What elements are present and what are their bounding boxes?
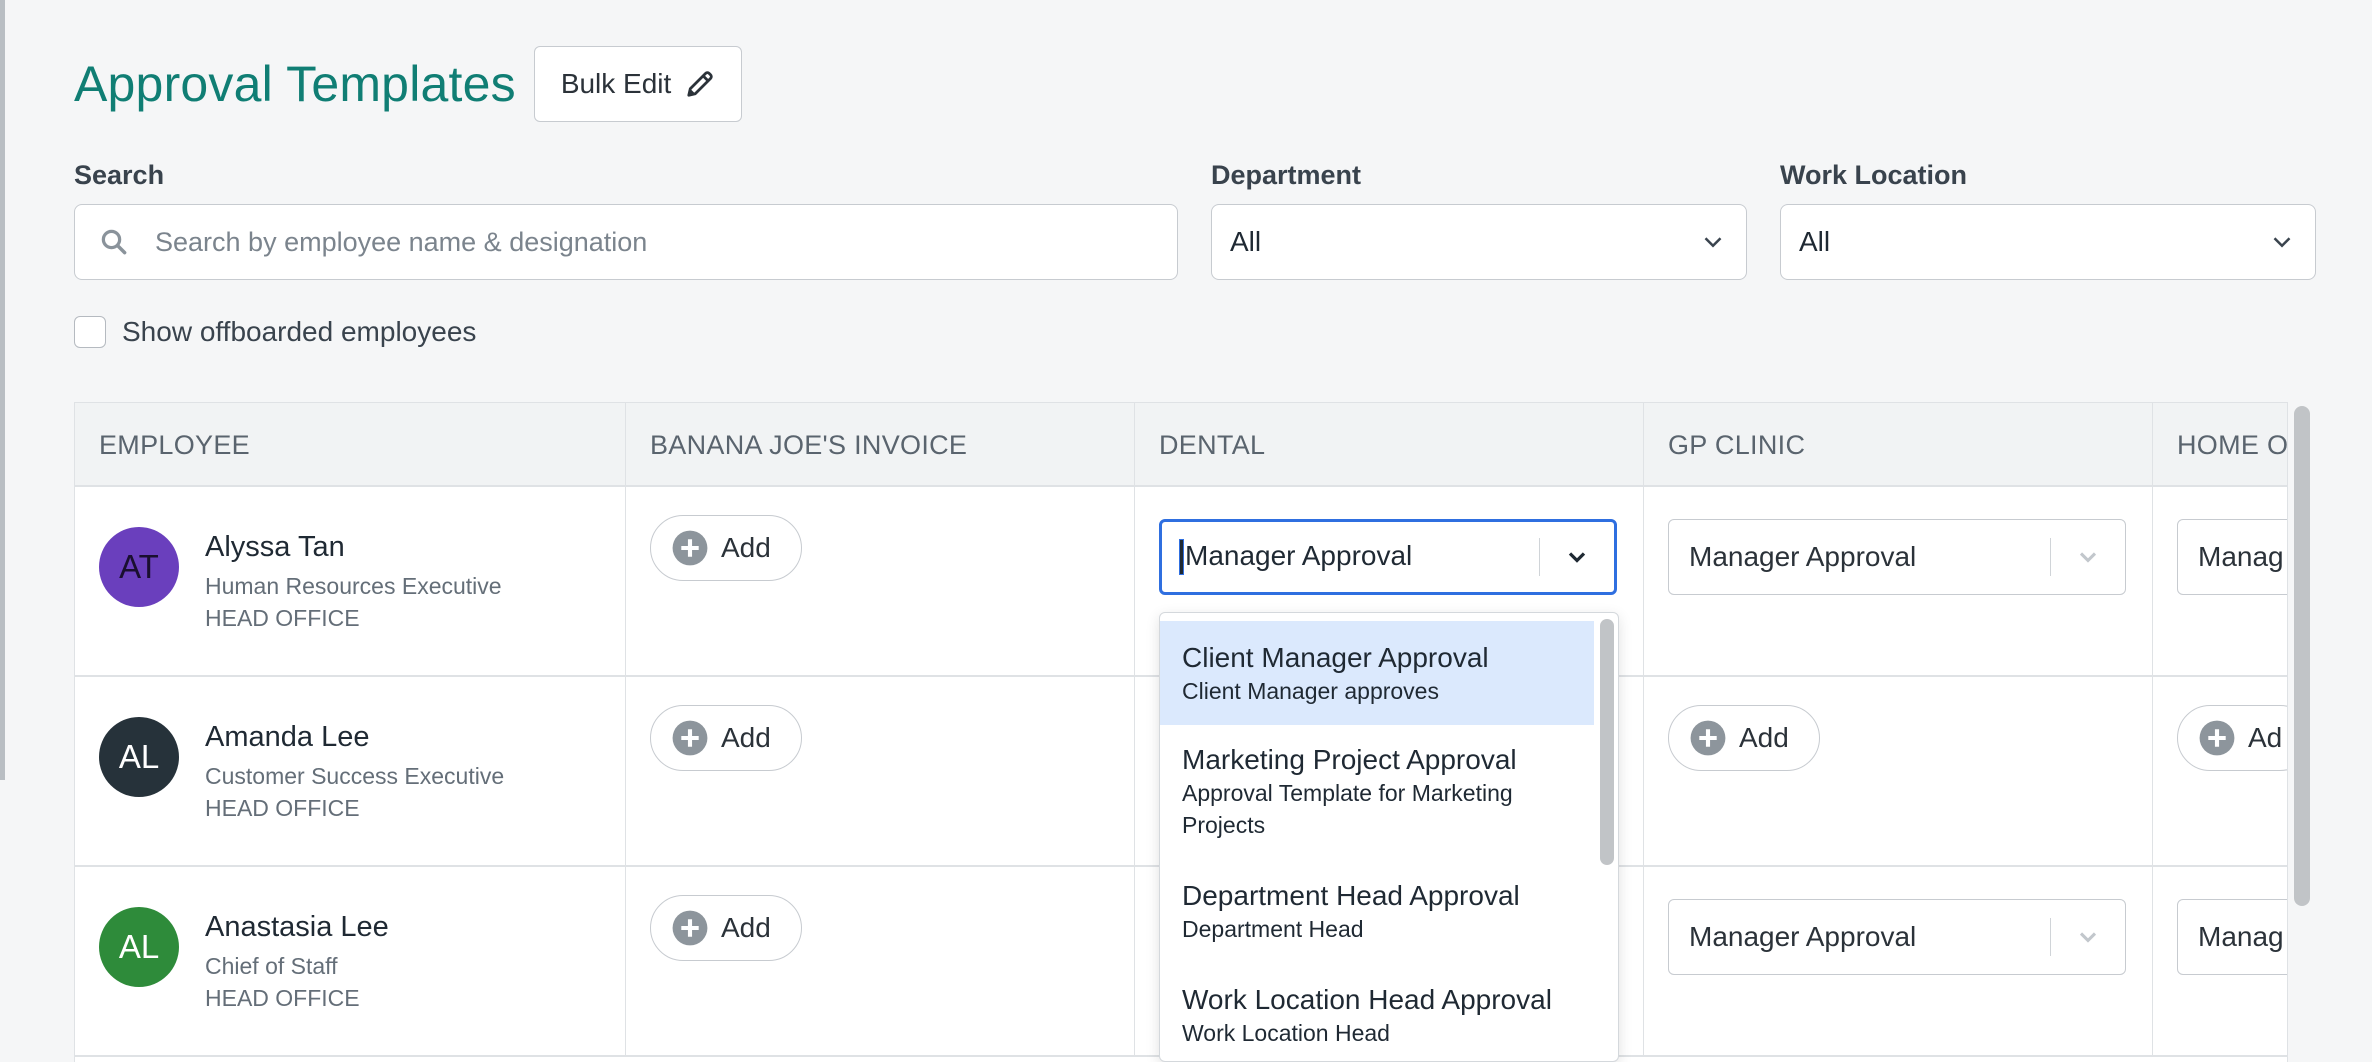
gp-clinic-approval-select[interactable]: Manager Approval [1668, 519, 2126, 595]
column-header-banana-joes-invoice: BANANA JOE'S INVOICE [626, 403, 1135, 487]
work-location-label: Work Location [1780, 160, 1968, 190]
avatar: AL [99, 717, 179, 797]
employee-cell: AL Anastasia Lee Chief of Staff HEAD OFF… [75, 867, 626, 1057]
table-scrollbar[interactable] [2294, 406, 2310, 906]
search-box[interactable] [74, 204, 1178, 280]
offboarded-toggle-row: Show offboarded employees [74, 316, 476, 348]
add-template-button[interactable]: Add [650, 705, 802, 771]
add-label: Add [1739, 722, 1789, 753]
department-label: Department [1211, 160, 1362, 190]
dropdown-option-work-location-head[interactable]: Work Location Head Approval Work Locatio… [1160, 965, 1594, 1061]
employee-name: Amanda Lee [205, 721, 370, 753]
banana-joes-invoice-cell: Add [626, 867, 1135, 1057]
employee-title: Customer Success Executive [205, 763, 505, 789]
chevron-down-icon[interactable] [2074, 543, 2102, 571]
plus-circle-icon [672, 910, 708, 946]
avatar: AT [99, 527, 179, 607]
employee-name: Anastasia Lee [205, 911, 389, 943]
plus-circle-icon [2199, 720, 2235, 756]
employee-location: HEAD OFFICE [205, 605, 360, 631]
bulk-edit-button[interactable]: Bulk Edit [533, 46, 743, 122]
column-header-home-office: HOME OF [2177, 429, 2288, 460]
home-office-approval-select[interactable]: Manag [2177, 519, 2287, 595]
department-select[interactable]: All [1211, 204, 1747, 280]
employee-cell: AT Alyssa Tan Human Resources Executive … [75, 487, 626, 677]
employee-location: HEAD OFFICE [205, 795, 360, 821]
option-title: Marketing Project Approval [1182, 744, 1517, 775]
gp-clinic-approval-value: Manager Approval [1689, 541, 1917, 572]
work-location-value: All [1799, 226, 1831, 257]
search-input[interactable] [155, 226, 1105, 258]
add-label: Add [721, 912, 771, 943]
home-office-approval-value: Manag [2198, 541, 2284, 572]
add-label: Ad [2248, 722, 2283, 753]
dental-approval-value: Manager Approval [1185, 539, 1413, 571]
text-caret [1179, 539, 1184, 576]
approval-template-dropdown: Client Manager Approval Client Manager a… [1159, 612, 1619, 1062]
option-title: Department Head Approval [1182, 880, 1520, 911]
column-header-employee: EMPLOYEE [75, 403, 626, 487]
column-header-dental: DENTAL [1135, 403, 1644, 487]
department-value: All [1230, 226, 1262, 257]
table-header: EMPLOYEE BANANA JOE'S INVOICE DENTAL GP … [75, 403, 2288, 487]
search-icon [101, 229, 127, 255]
add-label: Add [721, 532, 771, 563]
offboarded-label: Show offboarded employees [122, 316, 477, 347]
gp-clinic-approval-select[interactable]: Manager Approval [1668, 899, 2126, 975]
option-subtitle: Client Manager approves [1182, 678, 1439, 704]
dropdown-scrollbar[interactable] [1600, 619, 1614, 865]
chevron-down-icon [1704, 237, 1722, 248]
column-header-gp-clinic: GP CLINIC [1644, 403, 2153, 487]
pencil-icon [687, 71, 714, 97]
option-title: Client Manager Approval [1182, 642, 1489, 673]
left-edge-scrollbar [0, 0, 5, 780]
add-label: Add [721, 722, 771, 753]
plus-circle-icon [1690, 720, 1726, 756]
gp-clinic-cell: Add [1644, 677, 2153, 867]
employee-title: Chief of Staff [205, 953, 338, 979]
option-title: Work Location Head Approval [1182, 984, 1552, 1015]
title-row: Approval Templates Bulk Edit [74, 46, 743, 122]
chevron-down-icon [2273, 237, 2291, 248]
employee-title: Human Resources Executive [205, 573, 502, 599]
banana-joes-invoice-cell: Add [626, 677, 1135, 867]
work-location-select[interactable]: All [1780, 204, 2316, 280]
employee-cell: AL Amanda Lee Customer Success Executive… [75, 677, 626, 867]
employee-name: Alyssa Tan [205, 531, 345, 563]
chevron-down-icon[interactable] [1563, 543, 1591, 571]
banana-joes-invoice-cell: Add [626, 487, 1135, 677]
avatar: AL [99, 907, 179, 987]
home-office-approval-select[interactable]: Manag [2177, 899, 2287, 975]
dropdown-option-department-head[interactable]: Department Head Approval Department Head [1160, 861, 1594, 965]
gp-clinic-approval-value: Manager Approval [1689, 921, 1917, 952]
add-template-button[interactable]: Ad [2177, 705, 2287, 771]
plus-circle-icon [672, 530, 708, 566]
home-office-cell: Ad [2153, 677, 2287, 867]
home-office-approval-value: Manag [2198, 921, 2284, 952]
add-template-button[interactable]: Add [650, 515, 802, 581]
plus-circle-icon [672, 720, 708, 756]
dropdown-option-client-manager[interactable]: Client Manager Approval Client Manager a… [1160, 621, 1594, 725]
gp-clinic-cell: Manager Approval [1644, 487, 2153, 677]
add-template-button[interactable]: Add [650, 895, 802, 961]
bulk-edit-label: Bulk Edit [560, 68, 672, 99]
dropdown-option-marketing-project[interactable]: Marketing Project Approval Approval Temp… [1160, 725, 1594, 861]
offboarded-checkbox[interactable] [74, 316, 106, 348]
gp-clinic-cell: Manager Approval [1644, 867, 2153, 1057]
search-label: Search [74, 160, 165, 190]
home-office-cell: Manag [2153, 867, 2287, 1057]
option-subtitle: Projects [1182, 812, 1266, 838]
employee-location: HEAD OFFICE [205, 985, 360, 1011]
add-template-button[interactable]: Add [1668, 705, 1820, 771]
option-subtitle: Approval Template for Marketing [1182, 780, 1513, 806]
option-subtitle: Department Head [1182, 916, 1364, 942]
page-title: Approval Templates [74, 56, 516, 112]
chevron-down-icon[interactable] [2074, 923, 2102, 951]
dental-approval-select[interactable]: Manager Approval [1159, 519, 1617, 595]
home-office-cell: Manag [2153, 487, 2287, 677]
option-subtitle: Work Location Head [1182, 1020, 1390, 1046]
